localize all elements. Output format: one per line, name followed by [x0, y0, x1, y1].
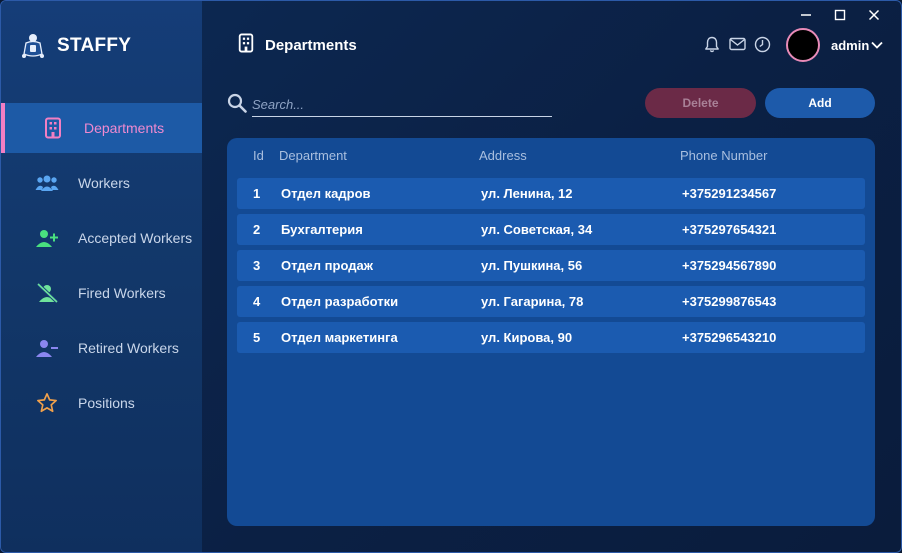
cell-phone: +375296543210 — [682, 330, 777, 345]
cell-phone: +375299876543 — [682, 294, 777, 309]
search-input[interactable] — [252, 93, 552, 117]
column-header-phone[interactable]: Phone Number — [680, 148, 767, 163]
users-icon — [35, 171, 59, 195]
user-name[interactable]: admin — [831, 38, 869, 53]
page-title: Departments — [237, 33, 357, 57]
building-icon — [237, 32, 255, 59]
clock-icon[interactable] — [753, 35, 771, 53]
app-window: STAFFY Departments Workers Accepted Work… — [0, 0, 902, 553]
table-row[interactable]: 5 Отдел маркетинга ул. Кирова, 90 +37529… — [237, 322, 865, 353]
staffy-logo-icon — [19, 31, 47, 61]
cell-id: 4 — [253, 294, 261, 309]
sidebar-item-label: Departments — [84, 120, 165, 136]
add-button[interactable]: Add — [765, 88, 875, 118]
cell-address: ул. Ленина, 12 — [481, 186, 573, 201]
brand: STAFFY — [19, 31, 131, 61]
table-body: 1 Отдел кадров ул. Ленина, 12 +375291234… — [237, 178, 865, 358]
search-icon — [227, 93, 247, 113]
sidebar-item-label: Fired Workers — [78, 285, 166, 301]
sidebar-item-label: Workers — [78, 175, 130, 191]
column-header-id[interactable]: Id — [253, 148, 264, 163]
sidebar-item-departments[interactable]: Departments — [1, 103, 202, 153]
cell-department: Отдел маркетинга — [281, 330, 398, 345]
cell-phone: +375294567890 — [682, 258, 777, 273]
user-plus-icon — [35, 226, 59, 250]
table-row[interactable]: 1 Отдел кадров ул. Ленина, 12 +375291234… — [237, 178, 865, 209]
user-minus-icon — [35, 336, 59, 360]
cell-department: Отдел разработки — [281, 294, 399, 309]
user-slash-icon — [35, 281, 59, 305]
sidebar-item-positions[interactable]: Positions — [1, 378, 202, 428]
app-name: STAFFY — [57, 35, 132, 56]
cell-phone: +375291234567 — [682, 186, 777, 201]
cell-department: Бухгалтерия — [281, 222, 363, 237]
sidebar-item-label: Positions — [78, 395, 135, 411]
avatar[interactable] — [786, 28, 820, 62]
cell-id: 1 — [253, 186, 261, 201]
cell-phone: +375297654321 — [682, 222, 777, 237]
sidebar-item-workers[interactable]: Workers — [1, 158, 202, 208]
window-controls — [789, 5, 891, 25]
cell-id: 2 — [253, 222, 261, 237]
cell-department: Отдел продаж — [281, 258, 373, 273]
cell-id: 3 — [253, 258, 261, 273]
bell-icon[interactable] — [703, 35, 721, 53]
cell-address: ул. Кирова, 90 — [481, 330, 573, 345]
sidebar: STAFFY Departments Workers Accepted Work… — [1, 1, 202, 552]
close-icon[interactable] — [857, 5, 891, 25]
cell-id: 5 — [253, 330, 261, 345]
minimize-icon[interactable] — [789, 5, 823, 25]
cell-address: ул. Гагарина, 78 — [481, 294, 584, 309]
page-title-text: Departments — [265, 36, 357, 54]
cell-address: ул. Пушкина, 56 — [481, 258, 583, 273]
table-header: Id Department Address Phone Number — [227, 148, 875, 164]
mail-icon[interactable] — [728, 35, 746, 53]
sidebar-nav: Departments Workers Accepted Workers Fir… — [1, 103, 202, 433]
cell-department: Отдел кадров — [281, 186, 371, 201]
column-header-department[interactable]: Department — [279, 148, 347, 163]
table-row[interactable]: 3 Отдел продаж ул. Пушкина, 56 +37529456… — [237, 250, 865, 281]
column-header-address[interactable]: Address — [479, 148, 527, 163]
star-icon — [35, 391, 59, 415]
cell-address: ул. Советская, 34 — [481, 222, 593, 237]
delete-button[interactable]: Delete — [645, 88, 756, 118]
chevron-down-icon[interactable] — [870, 38, 884, 52]
departments-table: Id Department Address Phone Number 1 Отд… — [227, 138, 875, 526]
sidebar-item-fired-workers[interactable]: Fired Workers — [1, 268, 202, 318]
sidebar-item-retired-workers[interactable]: Retired Workers — [1, 323, 202, 373]
sidebar-item-label: Accepted Workers — [78, 230, 193, 246]
building-icon — [41, 116, 65, 140]
maximize-icon[interactable] — [823, 5, 857, 25]
header-actions — [703, 35, 771, 53]
sidebar-item-accepted-workers[interactable]: Accepted Workers — [1, 213, 202, 263]
table-row[interactable]: 4 Отдел разработки ул. Гагарина, 78 +375… — [237, 286, 865, 317]
sidebar-item-label: Retired Workers — [78, 340, 179, 356]
table-row[interactable]: 2 Бухгалтерия ул. Советская, 34 +3752976… — [237, 214, 865, 245]
